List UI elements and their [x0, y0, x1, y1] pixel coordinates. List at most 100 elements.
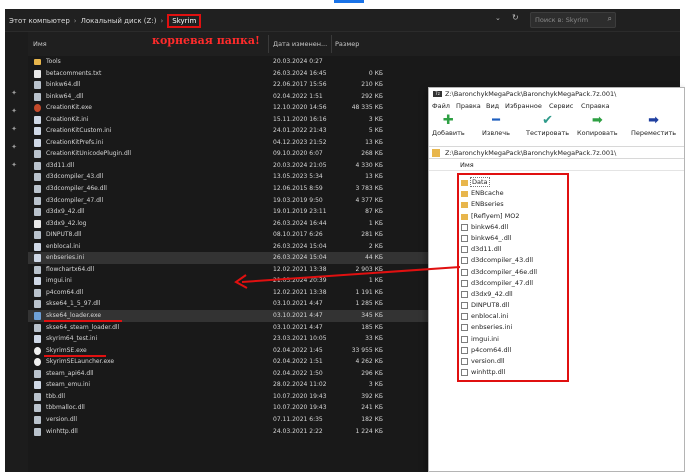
- file-row[interactable]: Tools 20.03.2024 0:27: [28, 56, 680, 68]
- search-input[interactable]: [535, 14, 599, 26]
- file-size: 4 377 КБ: [355, 196, 383, 204]
- move-button[interactable]: ➡ Переместить: [631, 114, 677, 137]
- pin-icon[interactable]: ✦: [9, 106, 19, 116]
- archive-item[interactable]: d3dcompiler_46e.dll: [459, 267, 567, 278]
- archive-item-name: enblocal.ini: [471, 312, 509, 321]
- file-name: d3dx9_42.dll: [46, 208, 85, 216]
- archive-item-name: imgui.ini: [471, 334, 499, 343]
- sevenzip-path-bar[interactable]: Z:\BaronchykMegaPack\BaronchykMegaPack.7…: [429, 146, 684, 159]
- file-name: skse64_steam_loader.dll: [46, 323, 120, 331]
- top-link-fragment[interactable]: [334, 0, 364, 3]
- copy-button[interactable]: ➡ Копировать: [577, 114, 618, 137]
- archive-item[interactable]: ENBcache: [459, 188, 567, 199]
- menu-favorites[interactable]: Избранное: [505, 102, 542, 110]
- menu-view[interactable]: Вид: [486, 102, 499, 110]
- dll-file-icon: [34, 288, 41, 297]
- file-size: 87 КБ: [365, 208, 383, 216]
- file-size: 33 955 КБ: [351, 346, 383, 354]
- sevenzip-item-list: Data ENBcache ENBseries [Reflyem] MO2 binkw6…: [457, 173, 569, 382]
- archive-item[interactable]: d3dx9_42.dll: [459, 289, 567, 300]
- archive-item[interactable]: winhttp.dll: [459, 367, 567, 378]
- ini-file-icon: [34, 127, 41, 136]
- file-name: tbbmalloc.dll: [46, 404, 85, 412]
- archive-item[interactable]: d3dcompiler_43.dll: [459, 255, 567, 266]
- archive-item[interactable]: enbseries.ini: [459, 322, 567, 333]
- dll-file-icon: [34, 369, 41, 378]
- archive-item[interactable]: [Reflyem] MO2: [459, 211, 567, 222]
- pin-icon[interactable]: ✦: [9, 124, 19, 134]
- breadcrumb-skyrim[interactable]: Skyrim: [167, 13, 202, 28]
- archive-item[interactable]: DINPUT8.dll: [459, 300, 567, 311]
- pin-icon[interactable]: ✦: [9, 142, 19, 152]
- add-button[interactable]: ✚ Добавить: [432, 113, 465, 137]
- archive-item[interactable]: ENBseries: [459, 199, 567, 210]
- dll-file-icon: [34, 161, 41, 170]
- pin-icon[interactable]: ✦: [9, 160, 19, 170]
- sevenzip-menu-bar: Файл Правка Вид Избранное Сервис Справка: [429, 100, 684, 112]
- archive-item[interactable]: version.dll: [459, 356, 567, 367]
- breadcrumb-this-pc[interactable]: Этот компьютер: [9, 17, 70, 25]
- archive-item-name: DINPUT8.dll: [471, 301, 510, 310]
- pin-icon[interactable]: ✦: [9, 88, 19, 98]
- extract-icon: ━: [492, 113, 500, 128]
- refresh-icon[interactable]: ↻: [512, 13, 519, 22]
- column-divider[interactable]: [331, 35, 332, 53]
- ini-file-icon: [34, 335, 41, 344]
- archive-item[interactable]: d3dcompiler_47.dll: [459, 278, 567, 289]
- menu-file[interactable]: Файл: [432, 102, 450, 110]
- file-name: steam_emu.ini: [46, 381, 91, 389]
- file-name: winhttp.dll: [46, 427, 78, 435]
- search-box[interactable]: ⌕: [530, 12, 616, 28]
- file-row[interactable]: betacomments.txt 26.03.2024 16:45 0 КБ: [28, 68, 680, 80]
- skyrim-exe-icon: [34, 358, 41, 367]
- folder-icon: [461, 180, 468, 186]
- menu-help[interactable]: Справка: [581, 102, 610, 110]
- menu-tools[interactable]: Сервис: [549, 102, 573, 110]
- sevenzip-app-icon: 7z: [433, 91, 442, 97]
- dll-file-icon: [34, 404, 41, 413]
- address-bar[interactable]: Этот компьютер › Локальный диск (Z:) › S…: [5, 9, 680, 32]
- sevenzip-path-input[interactable]: Z:\BaronchykMegaPack\BaronchykMegaPack.7…: [445, 149, 616, 157]
- file-size: 1 КБ: [368, 219, 383, 227]
- archive-item-name: p4com64.dll: [471, 345, 512, 354]
- chevron-down-icon[interactable]: ⌄: [495, 14, 501, 22]
- extract-button[interactable]: ━ Извлечь: [482, 113, 510, 137]
- column-header-name[interactable]: Имя: [33, 40, 47, 48]
- ini-file-icon: [34, 138, 41, 147]
- file-date: 26.03.2024 16:44: [273, 219, 327, 227]
- file-size: 3 783 КБ: [355, 185, 383, 193]
- column-divider[interactable]: [268, 35, 269, 53]
- archive-item[interactable]: p4com64.dll: [459, 345, 567, 356]
- move-button-label: Переместить: [631, 129, 677, 137]
- test-button[interactable]: ✔ Тестировать: [526, 114, 569, 137]
- sevenzip-column-header[interactable]: Имя: [429, 159, 684, 171]
- sevenzip-title-bar[interactable]: 7z Z:\BaronchykMegaPack\BaronchykMegaPac…: [429, 88, 684, 100]
- archive-item-name: version.dll: [471, 357, 505, 365]
- breadcrumb: Этот компьютер › Локальный диск (Z:) › S…: [9, 12, 202, 29]
- folder-up-icon[interactable]: [432, 149, 440, 157]
- add-icon: ✚: [442, 113, 454, 128]
- archive-item[interactable]: d3d11.dll: [459, 244, 567, 255]
- menu-edit[interactable]: Правка: [456, 102, 481, 110]
- add-button-label: Добавить: [432, 129, 465, 137]
- column-header-date[interactable]: Дата изменен...: [273, 40, 327, 48]
- file-name: imgui.ini: [46, 277, 72, 285]
- archive-item-name: winhttp.dll: [471, 368, 506, 377]
- file-name: d3dcompiler_47.dll: [46, 196, 104, 204]
- archive-item[interactable]: binkw64.dll: [459, 222, 567, 233]
- archive-item[interactable]: imgui.ini: [459, 334, 567, 345]
- column-header-size[interactable]: Размер: [335, 40, 359, 48]
- archive-item[interactable]: binkw64_.dll: [459, 233, 567, 244]
- archive-item-name: ENBcache: [471, 189, 504, 198]
- file-name: SkyrimSELauncher.exe: [46, 358, 115, 366]
- breadcrumb-local-disk[interactable]: Локальный диск (Z:): [81, 17, 157, 25]
- folder-icon: [461, 191, 468, 198]
- file-icon: [461, 369, 468, 377]
- archive-item-name: [Reflyem] MO2: [471, 211, 520, 220]
- archive-item[interactable]: enblocal.ini: [459, 311, 567, 322]
- file-size: 44 КБ: [365, 254, 383, 262]
- file-date: 13.05.2023 5:34: [273, 173, 323, 181]
- file-name: skse64_1_5_97.dll: [46, 300, 101, 308]
- archive-item[interactable]: Data: [459, 177, 567, 188]
- archive-item-name: binkw64.dll: [471, 222, 509, 231]
